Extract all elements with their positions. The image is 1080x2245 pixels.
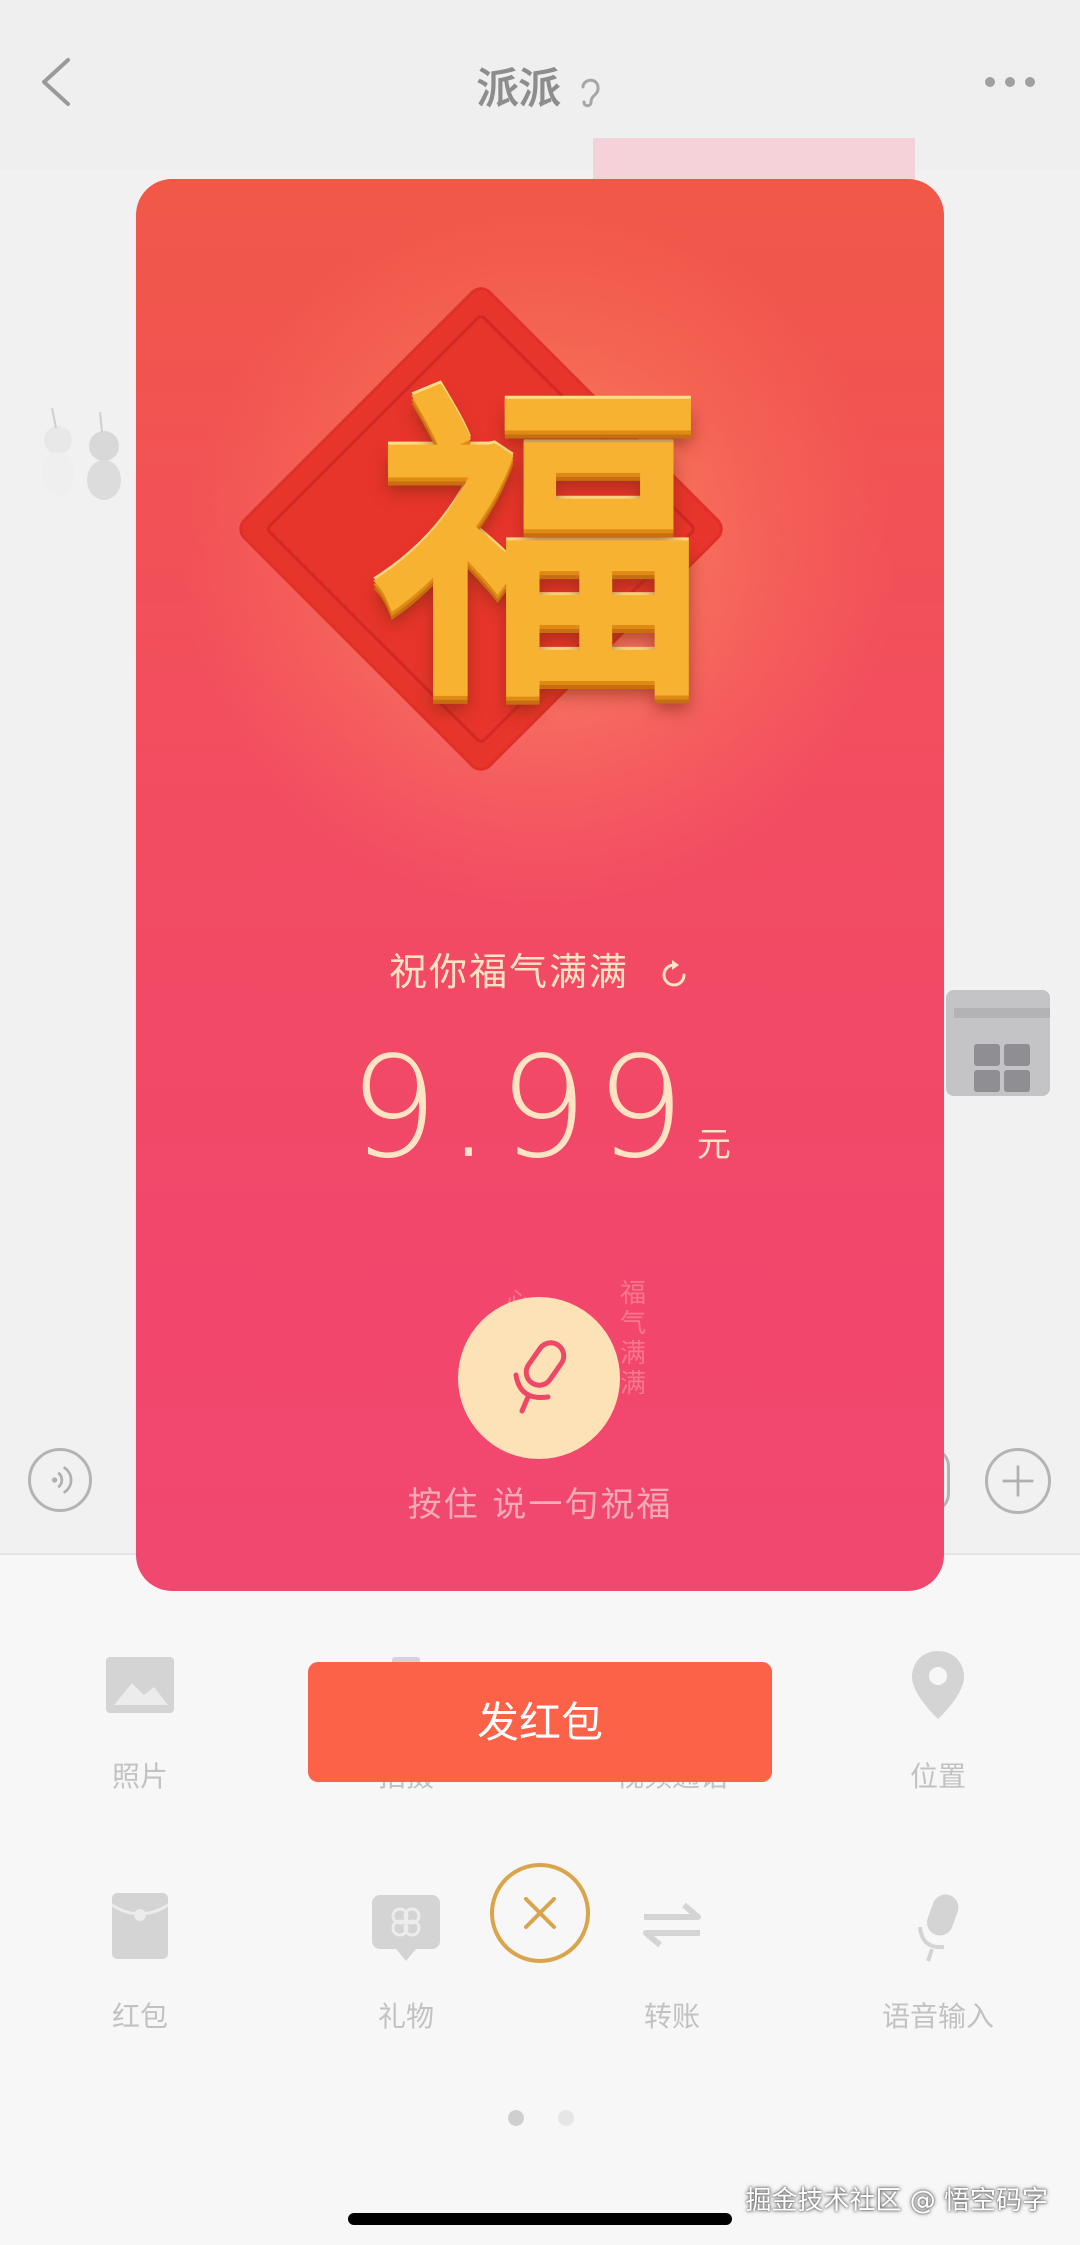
hold-to-speak-hint: 按住 说一句祝福 bbox=[407, 1485, 673, 1525]
location-icon bbox=[912, 1651, 964, 1719]
tool-label: 礼物 bbox=[377, 2000, 434, 2033]
blessing-row[interactable]: 祝你福气满满 bbox=[136, 941, 944, 996]
amount-unit: 元 bbox=[696, 1125, 731, 1165]
keyboard-photo-image bbox=[946, 990, 1050, 1096]
faint-blessing-vertical: 福气满满 bbox=[619, 1279, 646, 1399]
page-dot-active[interactable] bbox=[508, 2110, 524, 2126]
tool-red-packet[interactable]: 红包 bbox=[40, 1885, 240, 2035]
sticker-image bbox=[42, 407, 121, 500]
page-dot[interactable] bbox=[558, 2110, 574, 2126]
tool-label: 照片 bbox=[111, 1760, 168, 1793]
tool-voice-input[interactable]: 语音输入 bbox=[838, 1885, 1038, 2035]
tool-label: 位置 bbox=[909, 1760, 966, 1793]
tool-photo[interactable]: 照片 bbox=[40, 1645, 240, 1795]
refresh-icon[interactable] bbox=[657, 958, 691, 992]
microphone-icon bbox=[513, 1340, 567, 1414]
ear-icon bbox=[581, 78, 600, 107]
chat-header: 派派 bbox=[0, 0, 1080, 170]
tool-label: 语音输入 bbox=[881, 2000, 994, 2033]
gift-icon bbox=[372, 1895, 440, 1961]
more-options-icon[interactable] bbox=[980, 62, 1040, 102]
tool-label: 转账 bbox=[643, 2000, 700, 2033]
amount-value: 9.99 bbox=[349, 1027, 693, 1190]
tool-location[interactable]: 位置 bbox=[838, 1645, 1038, 1795]
watermark: 掘金技术社区 @ 悟空码字 bbox=[745, 2186, 1048, 2216]
tool-gift[interactable]: 礼物 bbox=[306, 1885, 506, 2035]
voice-mode-icon[interactable] bbox=[28, 1448, 92, 1512]
close-button[interactable] bbox=[490, 1863, 590, 1963]
home-indicator[interactable] bbox=[348, 2213, 732, 2225]
microphone-icon bbox=[918, 1894, 959, 1962]
red-packet-icon bbox=[111, 1893, 169, 1959]
close-icon bbox=[524, 1897, 556, 1929]
send-red-packet-button[interactable]: 发红包 bbox=[308, 1662, 772, 1782]
chat-title: 派派 bbox=[0, 55, 1080, 116]
photo-message-thumbnail[interactable] bbox=[946, 990, 1050, 1096]
chat-title-text: 派派 bbox=[476, 64, 561, 113]
tool-label: 红包 bbox=[111, 2000, 168, 2033]
transfer-icon bbox=[643, 1902, 701, 1948]
amount-row: 9.99 元 bbox=[136, 1027, 944, 1190]
blessing-text: 祝你福气满满 bbox=[388, 950, 629, 994]
fu-character-emblem: 福 bbox=[375, 355, 705, 743]
plus-icon[interactable] bbox=[985, 1448, 1051, 1514]
tool-transfer[interactable]: 转账 bbox=[572, 1885, 772, 2035]
photo-icon bbox=[106, 1657, 174, 1713]
hold-to-speak-button[interactable] bbox=[458, 1297, 620, 1459]
red-packet-card: 福 祝你福气满满 9.99元 心 福气满满 按住 说一句祝福 bbox=[136, 179, 944, 1591]
